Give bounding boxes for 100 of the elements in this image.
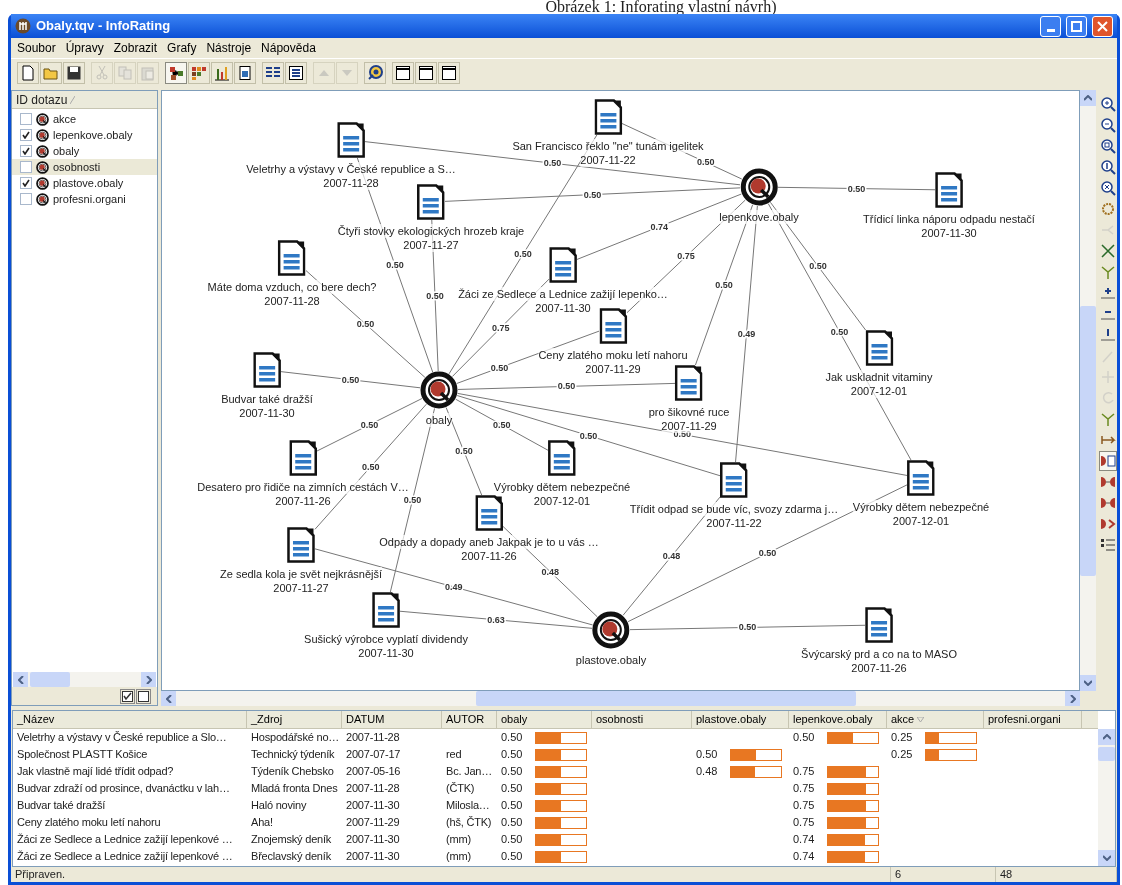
details-icon [288, 64, 304, 81]
toolbar-button[interactable] [234, 61, 256, 84]
checkbox[interactable] [20, 161, 32, 173]
query-list-item[interactable]: osobnosti [12, 159, 157, 175]
column-header[interactable]: AUTOR [442, 711, 497, 729]
query-list-item[interactable]: plastove.obaly [12, 175, 157, 191]
document-date: 2007-11-29 [661, 419, 717, 433]
table-cell-text: Budvar zdraží od prosince, dvanáctku v lah… [16, 781, 231, 797]
scrollbar-thumb[interactable] [1080, 306, 1096, 576]
column-header[interactable]: _Název [13, 711, 247, 729]
sort-icon [70, 95, 76, 104]
close-icon [1097, 20, 1108, 32]
score-value: 0.50 [501, 747, 524, 763]
vertical-scrollbar[interactable] [1098, 729, 1115, 866]
query-list-item[interactable]: lepenkove.obaly [12, 127, 157, 143]
horizontal-scrollbar[interactable] [13, 672, 156, 687]
edge-weight: 0.50 [361, 461, 380, 472]
edge-weight: 0.63 [487, 614, 505, 625]
column-header[interactable]: profesni.organi [984, 711, 1082, 729]
score-value: 0.25 [891, 730, 914, 746]
query-icon [36, 176, 49, 190]
table-cell-text: red [445, 747, 463, 763]
checkbox[interactable] [20, 193, 32, 205]
score-value: 0.50 [501, 730, 524, 746]
toolbar-button[interactable] [392, 61, 414, 84]
document-title: Sušický výrobce vyplatí dividendy [304, 632, 468, 646]
menu-item[interactable]: Zobrazit [113, 39, 158, 57]
target-icon [367, 64, 383, 81]
menu-item[interactable]: Úpravy [65, 39, 104, 57]
toolbar-button[interactable] [364, 61, 386, 84]
toolbar-button[interactable] [438, 61, 460, 84]
table-cell-text: (hš, ČTK) [445, 815, 493, 831]
document-date: 2007-11-26 [275, 494, 331, 508]
column-header[interactable]: obaly [497, 711, 592, 729]
checkbox[interactable] [20, 113, 32, 125]
menu-item[interactable]: Grafy [167, 39, 197, 57]
document-date: 2007-11-28 [264, 294, 320, 308]
menu-item[interactable]: Soubor [17, 39, 56, 57]
toolbar-button[interactable] [285, 61, 307, 84]
window-icon [418, 64, 434, 81]
document-icon [372, 592, 400, 628]
minimize-button[interactable] [1040, 15, 1061, 37]
document-icon [548, 440, 576, 476]
toolbar-button[interactable] [1099, 451, 1117, 471]
query-label: profesni.organi [53, 191, 126, 207]
window-title: Obaly.tqv - InfoRating [36, 17, 171, 36]
checkbox[interactable] [20, 129, 32, 141]
clipboard-icon [140, 64, 156, 81]
checkbox[interactable] [20, 177, 32, 189]
close-button[interactable] [1092, 15, 1113, 37]
query-list-item[interactable]: obaly [12, 143, 157, 159]
menu-item[interactable]: Nápověda [261, 39, 316, 57]
score-value: 0.50 [501, 781, 524, 797]
toolbar-button[interactable] [262, 61, 284, 84]
window-icon [441, 64, 457, 81]
document-date: 2007-11-26 [851, 661, 907, 675]
scrollbar-thumb[interactable] [1098, 747, 1115, 761]
column-header[interactable]: lepenkove.obaly [789, 711, 887, 729]
toolbar-button[interactable] [415, 61, 437, 84]
check-all-button[interactable] [120, 688, 135, 704]
document-date: 2007-12-01 [533, 494, 591, 508]
document-title: Odpady a dopady aneb Jakpak je to u vás … [379, 535, 599, 549]
query-list-item[interactable]: profesni.organi [12, 191, 157, 207]
scrollbar-thumb[interactable] [30, 672, 70, 687]
toolbar-button[interactable] [188, 61, 210, 84]
table-cell-text: Veletrhy a výstavy v České republice a Slo… [16, 730, 228, 746]
edge-weight: 0.48 [662, 551, 681, 562]
minimize-icon [1046, 28, 1055, 32]
column-header[interactable]: akce [887, 711, 984, 729]
edge-weight: 0.50 [426, 290, 444, 301]
plus-icon [1100, 285, 1116, 301]
table-cell-text: (mm) [445, 832, 472, 848]
score-value: 0.50 [501, 764, 524, 780]
query-label: plastove.obaly [53, 175, 124, 191]
document-date: 2007-11-22 [706, 516, 762, 530]
column-header[interactable]: _Zdroj [247, 711, 342, 729]
document-title: Máte doma vzduch, co bere dech? [207, 280, 377, 294]
document-title: Veletrhy a výstavy v České republice a S… [246, 162, 456, 176]
app-icon [15, 18, 31, 34]
column-header[interactable]: plastove.obaly [692, 711, 789, 729]
table-cell-text: 2007-11-30 [345, 798, 401, 814]
scrollbar-thumb[interactable] [476, 691, 856, 706]
menu-item[interactable]: Nástroje [206, 39, 252, 57]
horizontal-scrollbar[interactable] [161, 691, 1080, 706]
vertical-scrollbar[interactable] [1080, 90, 1096, 691]
uncheck-all-button[interactable] [136, 688, 151, 704]
edge-weight: 0.50 [455, 446, 473, 457]
table-cell-text: Budvar také dražší [16, 798, 107, 814]
column-header[interactable]: osobnosti [592, 711, 692, 729]
document-icon [935, 172, 963, 208]
checkbox[interactable] [20, 145, 32, 157]
column-header[interactable]: DATUM [342, 711, 442, 729]
edge-weight: 0.50 [386, 260, 404, 271]
query-list-item[interactable]: akce [12, 111, 157, 127]
toolbar-button[interactable] [165, 61, 187, 84]
toolbar-button[interactable] [63, 61, 85, 84]
maximize-button[interactable] [1066, 15, 1087, 37]
document-date: 2007-11-22 [580, 153, 636, 167]
document-icon [865, 330, 893, 366]
document-date: 2007-11-30 [535, 301, 591, 315]
